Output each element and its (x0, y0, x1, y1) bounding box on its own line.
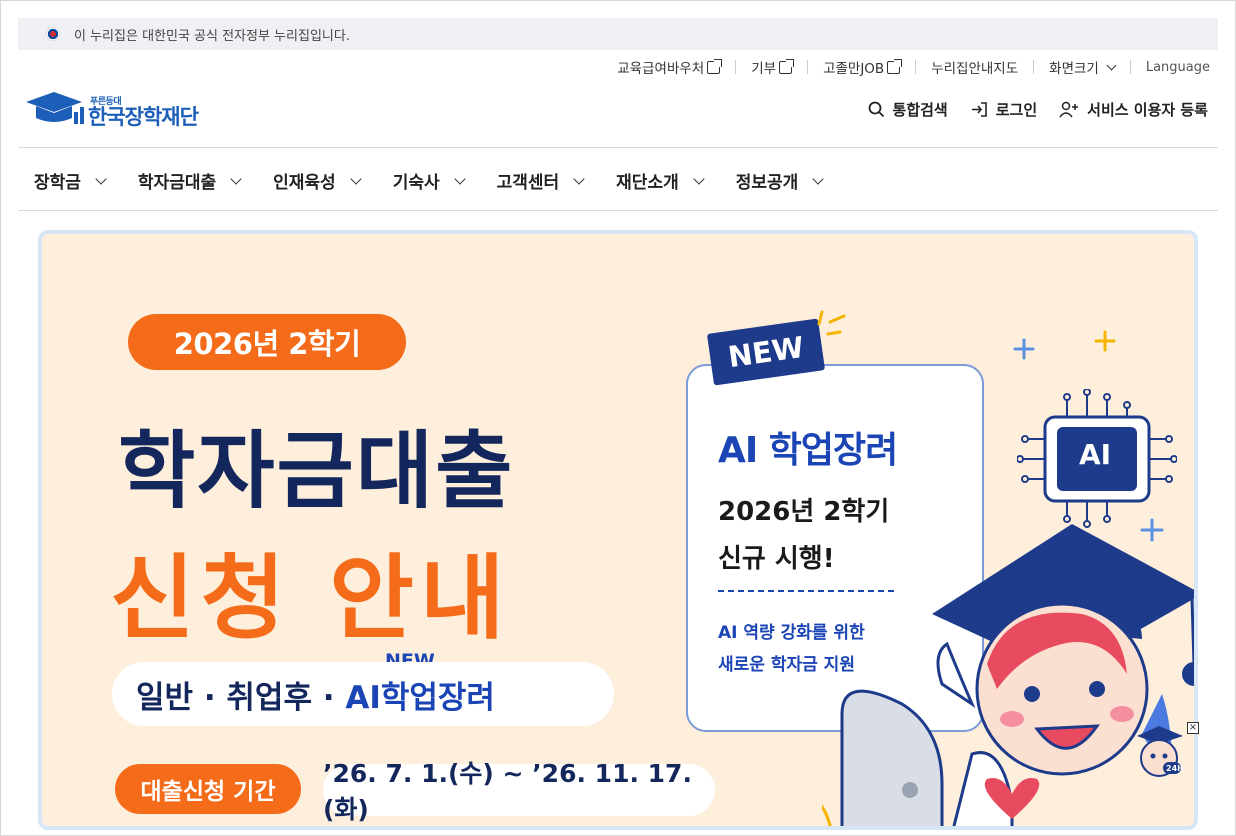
util-link-job[interactable]: 고졸만JOB (823, 57, 903, 77)
external-link-icon (887, 58, 903, 74)
chatbot-mascot-button[interactable] (1133, 722, 1185, 782)
sparkle-lines-icon (817, 310, 846, 336)
card-heading: AI 학업장려 (718, 430, 898, 471)
divider (1129, 60, 1131, 74)
divider (915, 60, 917, 74)
util-link-voucher[interactable]: 교육급여바우처 (617, 57, 723, 77)
graduation-cap-logo-icon (26, 92, 84, 124)
header-tools: 통합검색 로그인 서비스 이용자 등록 (868, 99, 1208, 120)
chevron-down-icon (95, 172, 107, 185)
main-banner[interactable]: 2026년 2학기 학자금대출 신청 안내 NEW 일반 · 취업후 · AI학… (38, 230, 1198, 830)
card-line2: 신규 시행! (718, 544, 835, 574)
search-icon (868, 101, 884, 118)
loan-types-text: 일반 · 취업후 · (136, 679, 346, 716)
add-user-icon (1059, 101, 1079, 118)
nav-divider (18, 210, 1218, 211)
chevron-down-icon (573, 172, 585, 185)
utility-links: 교육급여바우처 기부 고졸만JOB 누리집안내지도 화면크기 Language (617, 57, 1210, 77)
banner-title-line2: 신청 안내 (110, 545, 511, 652)
nav-item-loan[interactable]: 학자금대출 (138, 168, 242, 193)
nav-item-scholarship[interactable]: 장학금 (34, 168, 107, 193)
screen-size-dropdown[interactable]: 화면크기 (1049, 57, 1117, 77)
divider (1033, 60, 1035, 74)
login-button[interactable]: 로그인 (970, 99, 1037, 120)
nav-item-disclosure[interactable]: 정보공개 (736, 168, 824, 193)
chevron-down-icon (350, 172, 362, 185)
logo-main-text: 한국장학재단 (88, 105, 199, 129)
korea-flag-icon (46, 27, 60, 41)
nav-item-about[interactable]: 재단소개 (616, 168, 705, 193)
laptop-logo-icon (902, 782, 918, 798)
external-link-icon (779, 58, 795, 74)
banner-title-line1: 학자금대출 (118, 422, 515, 520)
login-icon (971, 102, 987, 117)
divider (807, 60, 809, 74)
language-link[interactable]: Language (1146, 60, 1210, 75)
search-button[interactable]: 통합검색 (868, 99, 948, 120)
close-icon[interactable]: × (1187, 722, 1199, 734)
util-link-donate[interactable]: 기부 (751, 57, 795, 77)
nav-item-dormitory[interactable]: 기숙사 (393, 168, 466, 193)
util-link-sitemap[interactable]: 누리집안내지도 (931, 57, 1018, 77)
chevron-down-icon (693, 172, 705, 185)
period-label: 대출신청 기간 (115, 764, 301, 814)
external-link-icon (707, 58, 723, 74)
nav-item-talent[interactable]: 인재육성 (273, 168, 362, 193)
chevron-down-icon (230, 172, 242, 185)
gov-notice-text: 이 누리집은 대한민국 공식 전자정부 누리집입니다. (74, 28, 350, 44)
loan-types-pill: 일반 · 취업후 · AI학업장려 (112, 662, 614, 726)
site-logo[interactable]: 푸른등대 한국장학재단 (24, 90, 199, 129)
chevron-down-icon (1106, 60, 1117, 70)
semester-pill: 2026년 2학기 (128, 314, 406, 370)
chevron-down-icon (812, 172, 824, 185)
chatbot-24h-badge: 24H (1166, 764, 1184, 773)
main-nav: 장학금 학자금대출 인재육성 기숙사 고객센터 재단소개 정보공개 (34, 168, 855, 193)
divider (735, 60, 737, 74)
nav-item-support[interactable]: 고객센터 (497, 168, 585, 193)
gov-notice-bar[interactable]: 이 누리집은 대한민국 공식 전자정부 누리집입니다. (18, 18, 1218, 50)
chevron-down-icon (453, 172, 466, 185)
header-divider (18, 147, 1218, 148)
register-button[interactable]: 서비스 이용자 등록 (1059, 99, 1208, 120)
period-value: ’26. 7. 1.(수) ~ ’26. 11. 17.(화) (323, 759, 715, 824)
loan-type-ai: AI학업장려 (345, 679, 495, 716)
